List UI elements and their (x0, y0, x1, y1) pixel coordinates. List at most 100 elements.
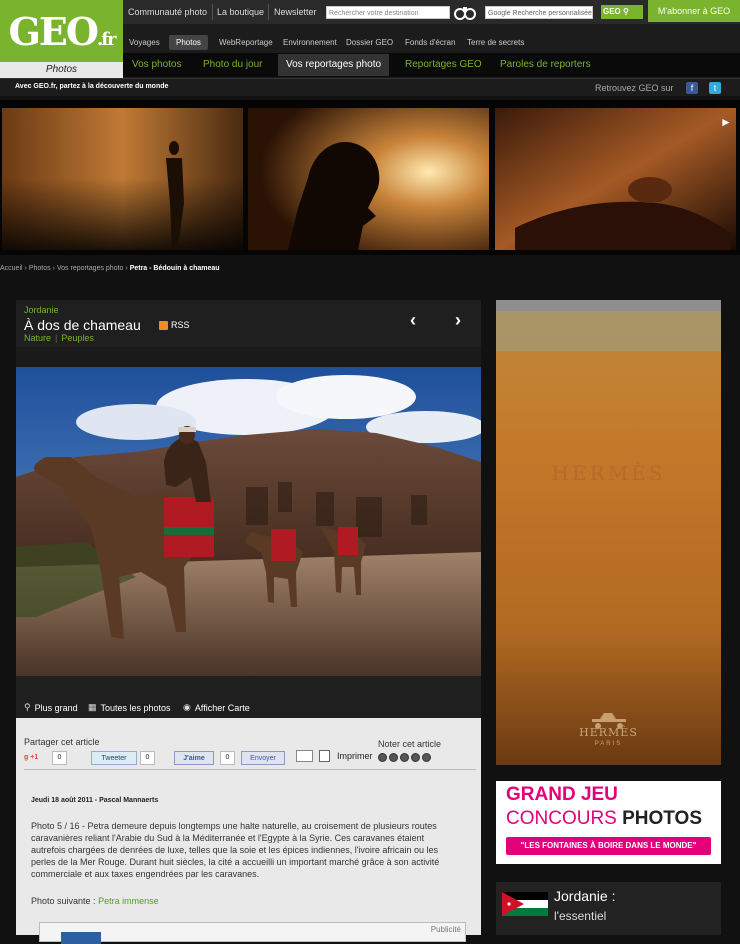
article-body: Photo 5 / 16 - Petra demeure depuis long… (31, 821, 440, 879)
top-links-bar: Communauté photo La boutique Newsletter … (123, 0, 740, 24)
all-photos-link[interactable]: ▦ Toutes les photos (88, 702, 171, 713)
subnav-vos-photos[interactable]: Vos photos (132, 59, 181, 70)
hero-banner[interactable]: ► (0, 100, 740, 255)
rating-dot[interactable] (411, 753, 420, 762)
nav-photos[interactable]: Photos (169, 35, 208, 50)
rating-dot[interactable] (400, 753, 409, 762)
breadcrumb-photos[interactable]: Photos (29, 265, 51, 272)
subnav-paroles-reporters[interactable]: Paroles de reporters (500, 59, 591, 70)
hermes-sub: PARIS (594, 741, 623, 747)
photo-actions-bar: ⚲ Plus grand ▦ Toutes les photos ◉ Afficher… (16, 696, 481, 718)
chevron-right-icon: › (125, 265, 128, 272)
print-link[interactable]: Imprimer (337, 751, 373, 761)
top-link-newsletter[interactable]: Newsletter (274, 7, 317, 17)
nav-webreportage[interactable]: WebReportage (219, 38, 273, 47)
jordan-essentials-box[interactable]: Jordanie : l'essentiel (496, 882, 721, 935)
rating-dot[interactable] (389, 753, 398, 762)
tweet-button[interactable]: Tweeter (91, 751, 137, 765)
breadcrumb-accueil[interactable]: Accueil (0, 265, 23, 272)
nav-terre-de-secrets[interactable]: Terre de secrets (467, 38, 524, 47)
subnav-photo-du-jour[interactable]: Photo du jour (203, 59, 263, 70)
jordan-flag-icon (502, 892, 548, 916)
gplus-count: 0 (52, 751, 67, 765)
geo-search-button[interactable]: GEO ⚲ (601, 5, 643, 19)
tweet-count: 0 (140, 751, 155, 765)
subnav-vos-reportages[interactable]: Vos reportages photo (278, 54, 390, 76)
subnav-reportages-geo[interactable]: Reportages GEO (405, 59, 482, 70)
rating-stars[interactable] (378, 753, 431, 762)
rating-dot[interactable] (378, 753, 387, 762)
share-label: Partager cet article (24, 737, 100, 747)
article-country[interactable]: Jordanie (24, 305, 59, 315)
logo-suffix: .fr (97, 28, 116, 50)
nav-fonds-ecran[interactable]: Fonds d'écran (405, 38, 455, 47)
magnifier-icon: ⚲ (623, 7, 629, 16)
category-nature[interactable]: Nature (24, 333, 51, 343)
facebook-like-button[interactable]: J'aime (174, 751, 214, 765)
contest-subtitle: CONCOURS PHOTOS (506, 808, 702, 830)
next-photo-link[interactable]: Petra immense (98, 896, 159, 906)
hermes-logo: HERMÈS (579, 726, 638, 739)
geo-search-label: GEO (603, 7, 621, 16)
article-header: Jordanie À dos de chameau RSS Nature | Peu… (16, 300, 481, 347)
contest-subtitle-b: PHOTOS (622, 808, 703, 829)
next-photo-button[interactable]: › (448, 310, 468, 330)
section-tab[interactable]: Photos (0, 62, 123, 78)
send-button[interactable]: Envoyer (241, 751, 285, 765)
hero-photo-silhouette (248, 108, 489, 250)
hermes-ad[interactable]: HERMÈS HERMÈS PARIS (496, 311, 721, 765)
nav-voyages[interactable]: Voyages (129, 38, 160, 47)
breadcrumb-current: Petra - Bédouin à chameau (129, 265, 220, 272)
photo-frame-top (16, 347, 481, 367)
binoculars-icon[interactable] (453, 4, 479, 20)
geo-logo[interactable]: GEO.fr (0, 0, 123, 62)
rss-label: RSS (171, 320, 190, 330)
show-map-link[interactable]: ◉ Afficher Carte (183, 702, 250, 713)
photo-caption-bar (16, 676, 481, 696)
main-photo-camel-rider[interactable] (16, 367, 481, 676)
mail-icon[interactable] (296, 750, 313, 762)
category-peuples[interactable]: Peuples (61, 333, 94, 343)
nav-environnement[interactable]: Environnement (283, 38, 337, 47)
speaker-icon: ► (720, 115, 732, 129)
twitter-icon[interactable]: t (709, 82, 721, 94)
rss-link[interactable]: RSS (159, 320, 190, 330)
print-icon[interactable] (319, 750, 330, 762)
contest-title: GRAND JEU (506, 784, 618, 805)
ad-box[interactable]: Publicité (39, 922, 466, 944)
enlarge-link[interactable]: ⚲ Plus grand (24, 702, 78, 713)
ad-frame-top (496, 300, 721, 311)
jordan-box-title: Jordanie : (554, 888, 616, 904)
divider (212, 4, 213, 20)
tagline: Avec GEO.fr, partez à la découverte du m… (15, 83, 169, 90)
google-plus-button[interactable]: g +1 (24, 751, 38, 765)
breadcrumb-vos-reportages[interactable]: Vos reportages photo (57, 265, 124, 272)
gplus-label: +1 (30, 754, 39, 761)
previous-photo-button[interactable]: ‹ (403, 310, 423, 330)
google-label: Google (488, 10, 511, 17)
hermes-ad-background (496, 311, 721, 765)
article-meta: Jeudi 18 août 2011 - Pascal Mannaerts (31, 797, 159, 804)
hero-photo-desert-man (2, 108, 243, 250)
subscribe-button[interactable]: M'abonner à GEO (648, 0, 740, 22)
rss-icon (159, 320, 168, 330)
contest-subtitle-a: CONCOURS (506, 808, 623, 829)
show-map-label: Afficher Carte (194, 702, 250, 713)
hero-photo-sleeping-man: ► (495, 108, 736, 250)
article-title: À dos de chameau (24, 317, 141, 333)
photo-contest-ad[interactable]: GRAND JEU CONCOURS PHOTOS "LES FONTAINES… (496, 781, 721, 864)
top-link-communaute[interactable]: Communauté photo (128, 7, 207, 17)
magnifier-icon: ⚲ (24, 702, 31, 712)
jordan-box-subtitle: l'essentiel (554, 909, 607, 923)
nav-dossier-geo[interactable]: Dossier GEO (346, 38, 393, 47)
destination-search-input[interactable]: Rechercher votre destination (326, 6, 450, 19)
facebook-icon[interactable]: f (686, 82, 698, 94)
enlarge-label: Plus grand (34, 702, 78, 713)
rating-dot[interactable] (422, 753, 431, 762)
next-photo-label: Photo suivante : (31, 896, 96, 906)
contest-theme: "LES FONTAINES À BOIRE DANS LE MONDE" (506, 837, 711, 855)
google-search-input[interactable]: Google Recherche personnalisée (485, 6, 593, 19)
divider: | (55, 333, 58, 343)
globe-icon: ◉ (183, 702, 191, 712)
top-link-boutique[interactable]: La boutique (217, 7, 264, 17)
